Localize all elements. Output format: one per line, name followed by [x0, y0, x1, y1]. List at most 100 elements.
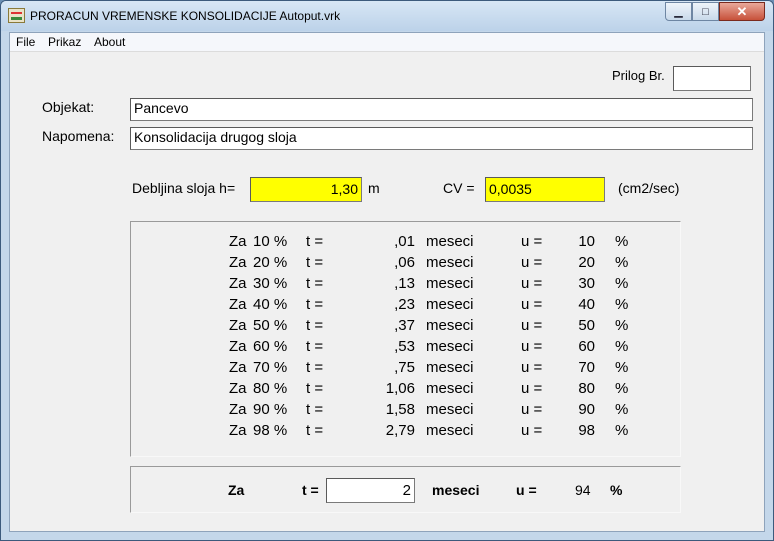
- menu-prikaz[interactable]: Prikaz: [48, 35, 81, 49]
- calc-t-field[interactable]: 2: [326, 478, 415, 503]
- objekat-field[interactable]: Pancevo: [130, 98, 753, 121]
- result-u: 80: [578, 380, 595, 397]
- result-pct: 60 %: [253, 338, 288, 355]
- result-u: 30: [578, 275, 595, 292]
- result-unit: meseci: [426, 296, 474, 313]
- calc-u-label: u =: [516, 482, 537, 498]
- result-pct: 80 %: [253, 380, 288, 397]
- result-row: Za 20 % t = ,06 meseci u = 20%: [131, 254, 680, 275]
- result-t-eq: t =: [306, 254, 324, 271]
- result-u-eq: u =: [521, 359, 543, 376]
- result-t-eq: t =: [306, 275, 324, 292]
- result-u-pct: %: [615, 359, 629, 376]
- result-t-eq: t =: [306, 338, 324, 355]
- result-u-eq: u =: [521, 338, 543, 355]
- result-row: Za 10 % t = ,01 meseci u = 10%: [131, 233, 680, 254]
- result-u: 10: [578, 233, 595, 250]
- result-pct: 50 %: [253, 317, 288, 334]
- caption-buttons: ▁ □ ✕: [665, 2, 765, 21]
- napomena-label: Napomena:: [42, 128, 115, 144]
- result-t-eq: t =: [306, 317, 324, 334]
- result-pct: 70 %: [253, 359, 288, 376]
- result-unit: meseci: [426, 422, 474, 439]
- result-t: ,23: [394, 296, 415, 313]
- calc-t-label: t =: [302, 482, 319, 498]
- result-pct: 40 %: [253, 296, 288, 313]
- result-unit: meseci: [426, 317, 474, 334]
- result-unit: meseci: [426, 275, 474, 292]
- result-t-eq: t =: [306, 422, 324, 439]
- result-t: ,13: [394, 275, 415, 292]
- result-u: 70: [578, 359, 595, 376]
- result-unit: meseci: [426, 254, 474, 271]
- result-unit: meseci: [426, 380, 474, 397]
- result-unit: meseci: [426, 233, 474, 250]
- result-u-eq: u =: [521, 275, 543, 292]
- result-t: ,06: [394, 254, 415, 271]
- cv-label: CV =: [443, 180, 475, 196]
- result-t-eq: t =: [306, 380, 324, 397]
- close-button[interactable]: ✕: [719, 2, 765, 21]
- objekat-label: Objekat:: [42, 99, 95, 115]
- napomena-field[interactable]: Konsolidacija drugog sloja: [130, 127, 753, 150]
- calc-u-pct: %: [610, 482, 623, 498]
- result-row: Za 98 % t = 2,79 meseci u = 98%: [131, 422, 680, 443]
- debljina-field[interactable]: 1,30: [250, 177, 362, 202]
- cv-unit: (cm2/sec): [618, 180, 680, 196]
- prilog-label: Prilog Br.: [612, 68, 665, 83]
- result-u-pct: %: [615, 233, 629, 250]
- result-unit: meseci: [426, 401, 474, 418]
- result-u-eq: u =: [521, 422, 543, 439]
- menu-bar: File Prikaz About: [10, 33, 764, 52]
- result-u: 40: [578, 296, 595, 313]
- results-panel: Za 10 % t = ,01 meseci u = 10% Za 20 % t = ,06 mese…: [130, 221, 681, 457]
- result-row: Za 40 % t = ,23 meseci u = 40%: [131, 296, 680, 317]
- result-u-eq: u =: [521, 254, 543, 271]
- result-t-eq: t =: [306, 359, 324, 376]
- app-window: PRORACUN VREMENSKE KONSOLIDACIJE Autoput…: [0, 0, 774, 541]
- calc-u-value: 94: [575, 482, 591, 498]
- result-pct: 98 %: [253, 422, 288, 439]
- result-t: ,01: [394, 233, 415, 250]
- result-u-eq: u =: [521, 317, 543, 334]
- result-t: 2,79: [385, 422, 415, 439]
- result-u-pct: %: [615, 275, 629, 292]
- result-u-pct: %: [615, 401, 629, 418]
- result-row: Za 30 % t = ,13 meseci u = 30%: [131, 275, 680, 296]
- result-unit: meseci: [426, 338, 474, 355]
- window-title: PRORACUN VREMENSKE KONSOLIDACIJE Autoput…: [30, 9, 341, 23]
- result-u-pct: %: [615, 338, 629, 355]
- result-u: 60: [578, 338, 595, 355]
- result-pct: 10 %: [253, 233, 288, 250]
- result-u-pct: %: [615, 254, 629, 271]
- result-t: ,37: [394, 317, 415, 334]
- debljina-label: Debljina sloja h=: [132, 180, 236, 196]
- result-u-pct: %: [615, 296, 629, 313]
- result-row: Za 60 % t = ,53 meseci u = 60%: [131, 338, 680, 359]
- title-bar[interactable]: PRORACUN VREMENSKE KONSOLIDACIJE Autoput…: [1, 1, 773, 31]
- result-u-pct: %: [615, 380, 629, 397]
- result-u: 50: [578, 317, 595, 334]
- prilog-field[interactable]: [673, 66, 751, 91]
- app-icon: [8, 8, 25, 23]
- result-row: Za 90 % t = 1,58 meseci u = 90%: [131, 401, 680, 422]
- minimize-button[interactable]: ▁: [665, 2, 692, 21]
- result-row: Za 70 % t = ,75 meseci u = 70%: [131, 359, 680, 380]
- maximize-button[interactable]: □: [692, 2, 719, 21]
- calc-unit: meseci: [432, 482, 480, 498]
- cv-field[interactable]: 0,0035: [485, 177, 605, 202]
- result-t-eq: t =: [306, 401, 324, 418]
- result-t-eq: t =: [306, 233, 324, 250]
- result-pct: 90 %: [253, 401, 288, 418]
- result-u-eq: u =: [521, 401, 543, 418]
- result-t: ,75: [394, 359, 415, 376]
- menu-file[interactable]: File: [16, 35, 35, 49]
- result-u: 98: [578, 422, 595, 439]
- client-area: File Prikaz About Prilog Br. Objekat: Pa…: [9, 32, 765, 532]
- result-row: Za 80 % t = 1,06 meseci u = 80%: [131, 380, 680, 401]
- result-t-eq: t =: [306, 296, 324, 313]
- debljina-unit: m: [368, 180, 380, 196]
- result-u: 90: [578, 401, 595, 418]
- result-t: ,53: [394, 338, 415, 355]
- menu-about[interactable]: About: [94, 35, 125, 49]
